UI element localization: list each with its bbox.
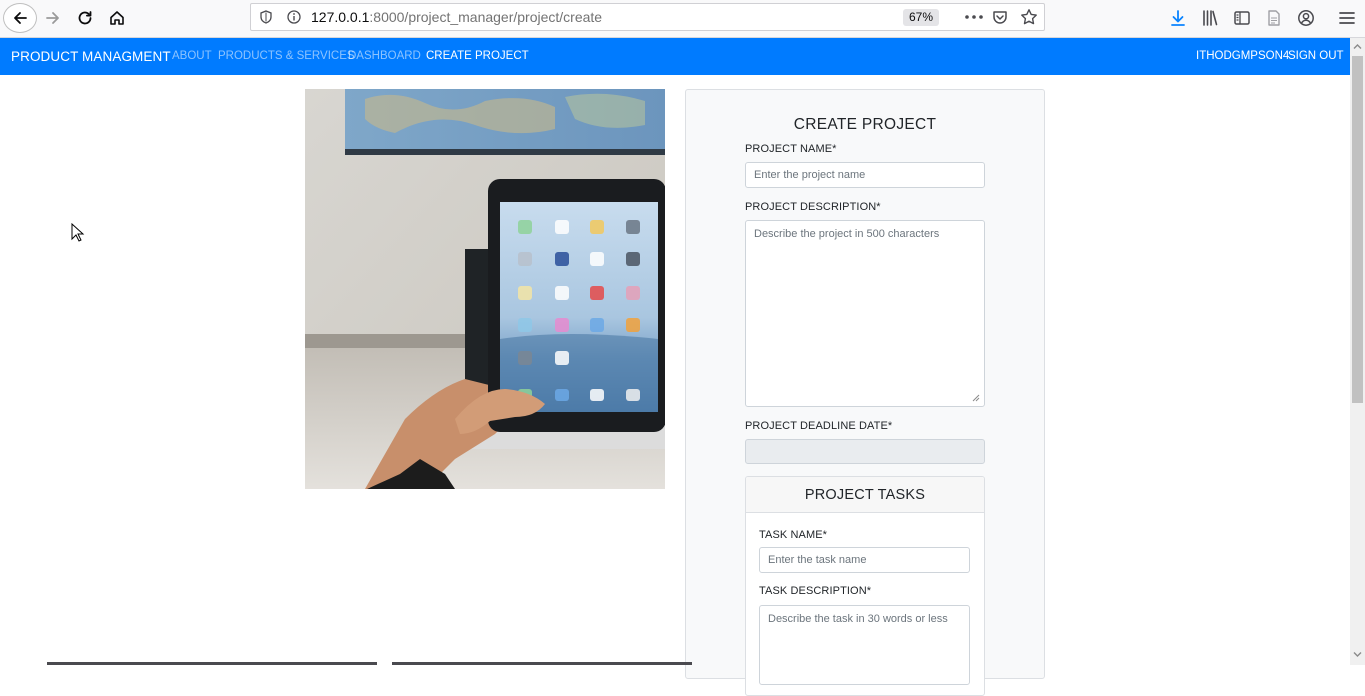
nav-sign-out[interactable]: SIGN OUT [1288, 50, 1344, 62]
account-icon[interactable] [1297, 9, 1315, 27]
brand-link[interactable]: PRODUCT MANAGMENT [11, 49, 171, 64]
task-name-label: TASK NAME* [759, 529, 828, 541]
nav-create-project[interactable]: CREATE PROJECT [426, 50, 529, 62]
mouse-cursor-icon [71, 223, 85, 242]
home-icon [110, 11, 124, 25]
info-icon[interactable] [287, 10, 301, 24]
nav-dashboard[interactable]: DASHBOARD [348, 50, 421, 62]
task-description-textarea[interactable] [759, 605, 970, 685]
sidebar-icon[interactable] [1233, 9, 1251, 27]
browser-toolbar: 127.0.0.1:8000/project_manager/project/c… [0, 0, 1365, 38]
project-tasks-title: PROJECT TASKS [746, 477, 984, 513]
download-icon[interactable] [1169, 9, 1187, 27]
scroll-up-icon[interactable] [1353, 42, 1362, 51]
deadline-date-input[interactable] [745, 439, 985, 464]
form-title: CREATE PROJECT [793, 116, 937, 133]
nav-products-services[interactable]: PRODUCTS & SERVICES [218, 50, 355, 62]
pocket-icon[interactable] [992, 9, 1008, 25]
forward-icon [46, 12, 59, 24]
task-name-input[interactable] [759, 547, 970, 573]
hero-image [305, 89, 665, 489]
star-icon[interactable] [1020, 8, 1038, 26]
reload-icon [78, 11, 92, 25]
app-navbar: PRODUCT MANAGMENT ABOUT PRODUCTS & SERVI… [0, 38, 1350, 75]
nav-username[interactable]: ITHODGMPSON4 [1196, 50, 1289, 62]
url-path: :8000/project_manager/project/create [369, 9, 603, 25]
shield-icon[interactable] [259, 10, 273, 24]
url-host: 127.0.0.1 [311, 9, 370, 25]
resize-grip-icon[interactable] [972, 394, 980, 402]
more-icon[interactable] [963, 8, 985, 26]
project-description-textarea[interactable] [745, 220, 985, 407]
back-icon [14, 12, 27, 24]
menu-icon[interactable] [1338, 9, 1356, 27]
project-name-input[interactable] [745, 162, 985, 188]
nav-about[interactable]: ABOUT [172, 50, 212, 62]
library-icon[interactable] [1201, 9, 1219, 27]
scroll-thumb[interactable] [1352, 56, 1363, 403]
reload-button[interactable] [70, 4, 100, 32]
back-button[interactable] [3, 3, 37, 33]
zoom-badge[interactable]: 67% [903, 9, 940, 26]
reader-icon[interactable] [1265, 9, 1283, 27]
task-description-label: TASK DESCRIPTION* [759, 585, 872, 597]
home-button[interactable] [102, 4, 132, 32]
scroll-down-icon[interactable] [1353, 650, 1362, 659]
project-name-label: PROJECT NAME* [745, 143, 837, 155]
url-bar[interactable]: 127.0.0.1:8000/project_manager/project/c… [250, 3, 1045, 31]
url-text[interactable]: 127.0.0.1:8000/project_manager/project/c… [311, 9, 602, 25]
project-description-label: PROJECT DESCRIPTION* [745, 201, 881, 213]
page-scrollbar[interactable] [1350, 38, 1365, 665]
create-project-card: CREATE PROJECT PROJECT NAME* PROJECT DES… [685, 89, 1045, 696]
deadline-label: PROJECT DEADLINE DATE* [745, 420, 893, 432]
forward-button[interactable] [38, 4, 68, 32]
